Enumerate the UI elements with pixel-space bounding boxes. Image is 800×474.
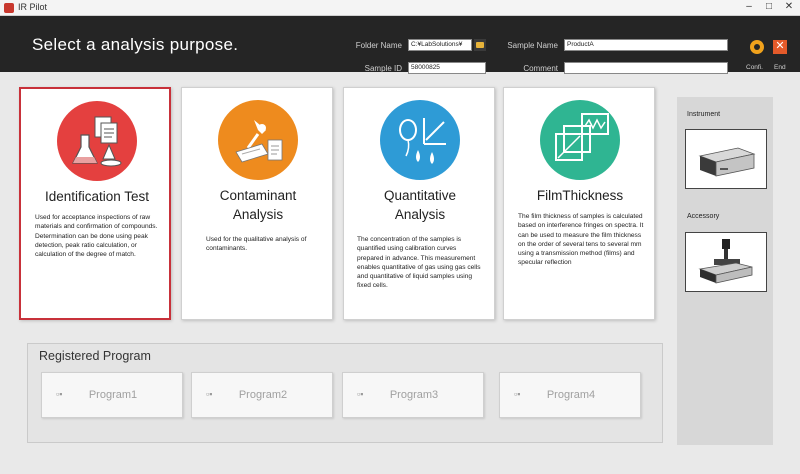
title-bar: IR Pilot – □ ✕ — [0, 0, 800, 16]
gear-icon[interactable] — [750, 40, 764, 54]
folder-browse-button[interactable] — [474, 39, 486, 51]
program-label: Program1 — [88, 389, 138, 401]
sample-id-input[interactable]: 58000825 — [408, 62, 486, 74]
folder-name-label: Folder Name — [355, 41, 402, 50]
instrument-label: Instrument — [687, 111, 721, 118]
balloon-droplet-chart-icon — [380, 100, 460, 180]
program-button-3[interactable]: ▫▪ Program3 — [342, 372, 484, 418]
atr-accessory-icon — [698, 239, 753, 284]
hardware-side-panel: Instrument Accessory — [677, 97, 773, 445]
minimize-button[interactable]: – — [738, 0, 760, 15]
card-description: Used for the qualitative analysis of con… — [206, 236, 307, 253]
card-contaminant-analysis[interactable]: Contaminant Analysis Used for the qualit… — [181, 87, 333, 320]
page-title: Select a analysis purpose. — [32, 35, 239, 54]
card-title-line1: Quantitative — [383, 188, 457, 203]
sample-id-label: Sample ID — [364, 64, 402, 73]
flask-document-icon — [57, 101, 137, 181]
sample-name-input[interactable]: ProductA — [564, 39, 728, 51]
spectrometer-icon — [698, 147, 756, 177]
instrument-button[interactable] — [685, 129, 767, 189]
accessory-label: Accessory — [687, 213, 720, 220]
film-spectrum-icon — [540, 100, 620, 180]
card-description: The concentration of the samples is quan… — [357, 236, 481, 290]
end-button[interactable]: ✕ — [773, 40, 787, 54]
card-title: Identification Test — [44, 189, 150, 204]
program-button-4[interactable]: ▫▪ Program4 — [499, 372, 641, 418]
registered-program-title: Registered Program — [39, 349, 151, 363]
sample-name-label: Sample Name — [507, 41, 558, 50]
program-button-2[interactable]: ▫▪ Program2 — [191, 372, 333, 418]
close-window-button[interactable]: ✕ — [778, 0, 800, 15]
header: Select a analysis purpose. Folder Name C… — [0, 16, 800, 74]
card-title: FilmThickness — [536, 188, 624, 203]
config-label: Confi. — [746, 64, 763, 71]
program-label: Program3 — [389, 389, 439, 401]
comment-input[interactable] — [564, 62, 728, 74]
program-button-1[interactable]: ▫▪ Program1 — [41, 372, 183, 418]
card-identification-test[interactable]: Identification Test Used for acceptance … — [19, 87, 171, 320]
card-quantitative-analysis[interactable]: Quantitative Analysis The concentration … — [343, 87, 495, 320]
card-description: The film thickness of samples is calcula… — [518, 213, 644, 267]
card-description: Used for acceptance inspections of raw m… — [35, 214, 158, 259]
window-title: IR Pilot — [18, 2, 48, 12]
tweezers-sample-icon — [218, 100, 298, 180]
card-title-line2: Analysis — [394, 207, 446, 222]
program-label: Program2 — [238, 389, 288, 401]
card-title-line1: Contaminant — [219, 188, 297, 203]
folder-name-input[interactable]: C:¥LabSolutions¥ — [408, 39, 472, 51]
maximize-button[interactable]: □ — [758, 0, 780, 15]
program-label: Program4 — [546, 389, 596, 401]
card-title-line2: Analysis — [232, 207, 284, 222]
comment-label: Comment — [523, 64, 558, 73]
end-label: End — [774, 64, 786, 71]
card-film-thickness[interactable]: FilmThickness The film thickness of samp… — [503, 87, 655, 320]
registered-program-panel: Registered Program ▫▪ Program1 ▫▪ Progra… — [27, 343, 663, 443]
accessory-button[interactable] — [685, 232, 767, 292]
app-icon — [4, 3, 14, 13]
